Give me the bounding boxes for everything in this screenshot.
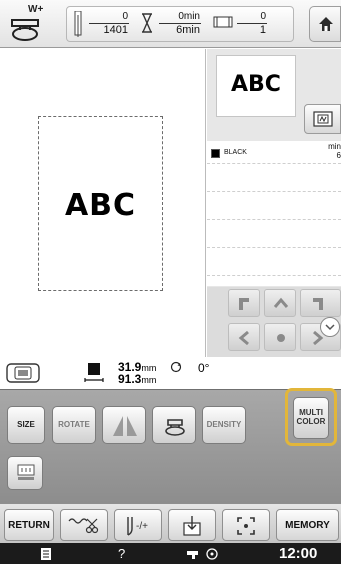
arrow-center-button[interactable] [264, 323, 296, 351]
arrow-left-button[interactable] [228, 323, 260, 351]
list-divider [207, 275, 341, 276]
hourglass-icon [142, 13, 152, 33]
top-status-bar: W+ 0 1401 0min 6min 0 1 [0, 0, 341, 48]
return-button[interactable]: RETURN [4, 509, 54, 541]
color-current: 0 [237, 11, 267, 24]
thread-time: min 6 [328, 142, 341, 160]
time-counter: 0min 6min [159, 11, 201, 36]
presser-foot-label: W+ [28, 4, 44, 15]
right-panel: ABC BLACK min 6 [207, 49, 341, 357]
mirror-icon [113, 416, 137, 436]
size-button[interactable]: SIZE [7, 406, 45, 444]
thread-color-row[interactable]: BLACK min 6 [207, 141, 341, 163]
memory-button-label: MEMORY [285, 520, 330, 531]
trial-frame-icon [237, 517, 255, 535]
home-icon [319, 17, 333, 31]
color-counter: 0 1 [237, 11, 267, 36]
presser-foot-indicator: W+ [6, 4, 52, 44]
multicolor-highlight: MULTI COLOR [285, 388, 337, 446]
pattern-thumbnail: ABC [216, 55, 296, 117]
arrow-up-left-icon [239, 298, 249, 310]
density-button-label: DENSITY [206, 420, 242, 429]
trial-button[interactable] [222, 509, 270, 541]
arrow-up-button[interactable] [264, 289, 296, 317]
arrow-up-right-button[interactable] [300, 289, 341, 317]
thread-time-unit: min [328, 142, 341, 151]
pattern-height-unit: mm [141, 375, 157, 385]
multicolor-label-line2: COLOR [296, 417, 326, 426]
thread-color-list[interactable]: BLACK min 6 [207, 141, 341, 286]
embroidery-hoop-outline: ABC [38, 116, 163, 291]
border-icon [165, 419, 185, 436]
frame-display-button[interactable] [304, 104, 341, 134]
alignment-icon [17, 464, 35, 480]
tension-icon: -/+ [127, 517, 148, 536]
list-divider [207, 219, 341, 220]
system-status-bar: ? 12:00 [0, 543, 341, 564]
size-button-label: SIZE [17, 420, 35, 429]
arrow-up-icon [273, 297, 289, 308]
border-button[interactable] [152, 406, 196, 444]
pattern-height: 91.3mm [118, 372, 156, 386]
document-icon[interactable] [40, 547, 52, 561]
hoop-size-icon [6, 363, 40, 383]
density-button[interactable]: DENSITY [202, 406, 246, 444]
start-point-button[interactable] [168, 509, 216, 541]
edit-panel: SIZE ROTATE DENSITY MULTI COLOR [0, 388, 341, 503]
list-divider [207, 163, 341, 164]
multicolor-label-line1: MULTI [299, 408, 323, 417]
return-button-label: RETURN [8, 520, 50, 531]
chevron-down-icon [325, 324, 335, 331]
pattern-height-value: 91.3 [118, 372, 142, 386]
alignment-button[interactable] [7, 456, 43, 490]
rotate-angle-icon [170, 361, 182, 373]
pattern-size-icon [84, 363, 104, 382]
thread-cut-icon [68, 518, 99, 534]
color-total: 1 [259, 24, 266, 36]
clock: 12:00 [279, 545, 318, 562]
thumbnail-text: ABC [231, 72, 281, 97]
multicolor-button[interactable]: MULTI COLOR [293, 397, 329, 439]
arrow-left-icon [238, 330, 249, 346]
rotation-angle: 0° [198, 361, 210, 375]
tension-button[interactable]: -/+ [114, 509, 162, 541]
bottom-toolbar: RETURN -/+ MEMORY [0, 503, 341, 543]
rotate-button[interactable]: ROTATE [52, 406, 96, 444]
scroll-button[interactable] [320, 317, 340, 337]
time-total: 6min [176, 24, 200, 36]
embroidery-frame-icon [313, 111, 333, 127]
mirror-button[interactable] [102, 406, 146, 444]
stitch-current: 0 [89, 11, 129, 24]
thread-cut-button[interactable] [60, 509, 108, 541]
wireless-icon [206, 548, 218, 560]
thread-spool-icon [213, 16, 233, 28]
multicolor-button-label: MULTI COLOR [294, 408, 328, 426]
sewing-counter-panel: 0 1401 0min 6min 0 1 [66, 6, 294, 42]
needle-icon [74, 11, 82, 37]
stitch-total: 1401 [103, 24, 128, 36]
embroidery-pattern-text[interactable]: ABC [39, 188, 162, 223]
thread-time-value: 6 [336, 151, 341, 160]
center-dot-icon [277, 334, 285, 342]
home-button[interactable] [309, 6, 341, 42]
arrow-up-right-icon [313, 298, 323, 310]
embroidery-preview-area: ABC [0, 49, 206, 357]
list-divider [207, 247, 341, 248]
memory-button[interactable]: MEMORY [276, 509, 339, 541]
svg-text:-/+: -/+ [136, 521, 148, 532]
start-point-icon [183, 516, 201, 536]
thread-name: BLACK [224, 149, 247, 156]
rotate-button-label: ROTATE [58, 420, 90, 429]
help-button[interactable]: ? [118, 546, 125, 561]
pattern-info-strip: 31.9mm 91.3mm 0° [0, 357, 341, 389]
stitch-counter: 0 1401 [89, 11, 129, 36]
time-current: 0min [159, 11, 201, 24]
list-divider [207, 191, 341, 192]
sewing-machine-icon [187, 551, 198, 559]
thread-swatch [211, 149, 220, 158]
arrow-up-left-button[interactable] [228, 289, 260, 317]
